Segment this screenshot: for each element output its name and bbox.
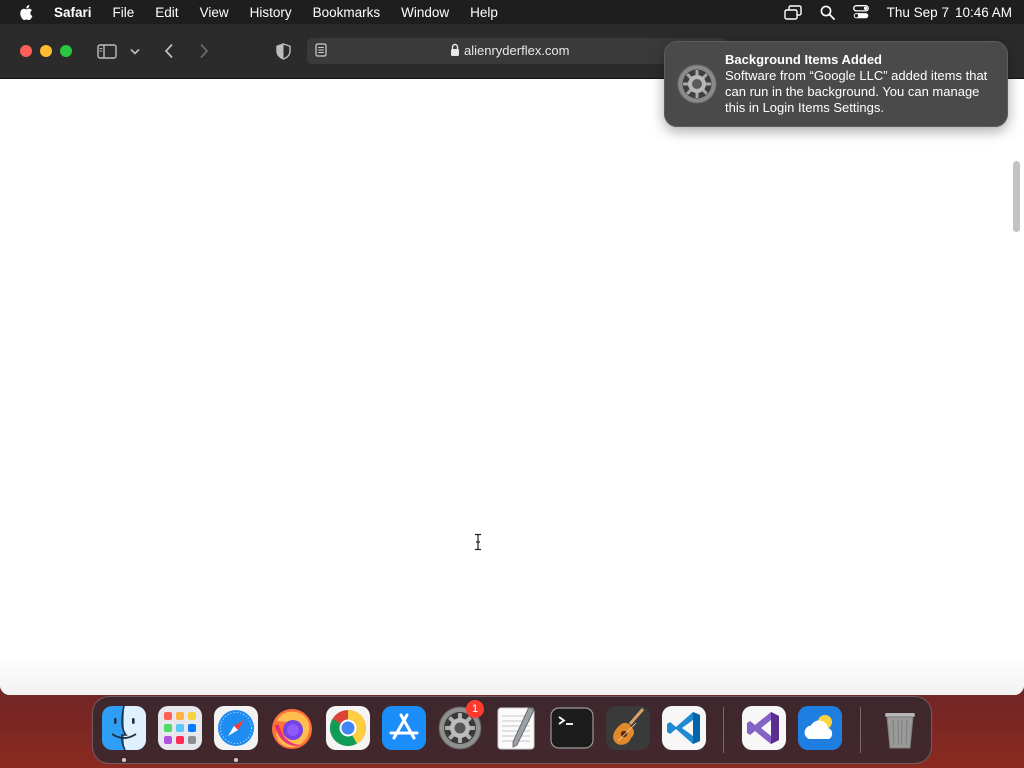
menu-bar-clock[interactable]: Thu Sep 7 10:46 AM xyxy=(887,5,1012,20)
clock-time: 10:46 AM xyxy=(954,4,1012,20)
dock-vscode-icon[interactable] xyxy=(660,704,708,752)
window-zoom-button[interactable] xyxy=(60,45,72,57)
dock-visual-studio-icon[interactable] xyxy=(740,704,788,752)
dock-separator xyxy=(860,707,861,753)
spotlight-search-icon[interactable] xyxy=(820,5,835,20)
dock-textedit-icon[interactable] xyxy=(492,704,540,752)
chevron-down-icon[interactable] xyxy=(129,39,141,63)
vertical-scrollbar[interactable] xyxy=(1013,161,1020,232)
dock-chrome-icon[interactable] xyxy=(324,704,372,752)
text-cursor-icon xyxy=(473,533,483,556)
forward-arrow-icon[interactable] xyxy=(195,39,213,63)
dock-launchpad-icon[interactable] xyxy=(156,704,204,752)
menu-view[interactable]: View xyxy=(200,5,229,20)
address-bar-url: alienryderflex.com xyxy=(464,43,570,58)
web-page-content[interactable] xyxy=(0,79,1024,695)
dock-finder-icon[interactable] xyxy=(100,704,148,752)
back-arrow-icon[interactable] xyxy=(160,39,178,63)
dock-firefox-icon[interactable] xyxy=(268,704,316,752)
reader-mode-icon[interactable] xyxy=(315,43,327,60)
control-center-icon[interactable] xyxy=(852,5,869,19)
dock-garageband-icon[interactable] xyxy=(604,704,652,752)
sidebar-toggle-icon[interactable] xyxy=(96,39,118,63)
system-settings-gear-icon xyxy=(677,64,717,104)
menu-app-safari[interactable]: Safari xyxy=(54,5,92,20)
clock-date: Thu Sep 7 xyxy=(886,4,949,20)
dock-system-settings-icon[interactable]: 1 xyxy=(436,700,484,752)
menu-file[interactable]: File xyxy=(113,5,135,20)
notification-badge: 1 xyxy=(466,700,484,718)
dock: 1 xyxy=(92,696,932,764)
menu-bookmarks[interactable]: Bookmarks xyxy=(313,5,381,20)
window-close-button[interactable] xyxy=(20,45,32,57)
page-bottom-fade xyxy=(0,655,1024,695)
screen-mirroring-icon[interactable] xyxy=(783,4,802,20)
menu-edit[interactable]: Edit xyxy=(155,5,178,20)
dock-safari-icon[interactable] xyxy=(212,704,260,752)
background-items-notification[interactable]: Background Items Added Software from “Go… xyxy=(664,41,1008,127)
dock-terminal-icon[interactable] xyxy=(548,704,596,752)
dock-separator xyxy=(723,707,724,753)
menu-bar-status-area: Thu Sep 7 10:46 AM xyxy=(766,5,1012,20)
dock-trash-icon[interactable] xyxy=(876,704,924,752)
lock-icon xyxy=(450,43,460,60)
menu-bar: Safari File Edit View History Bookmarks … xyxy=(0,0,1024,24)
dock-weather-icon[interactable] xyxy=(796,704,844,752)
menu-help[interactable]: Help xyxy=(470,5,498,20)
menu-history[interactable]: History xyxy=(250,5,292,20)
dock-running-indicator-safari xyxy=(234,758,238,762)
window-minimize-button[interactable] xyxy=(40,45,52,57)
dock-running-indicator-finder xyxy=(122,758,126,762)
dock-app-store-icon[interactable] xyxy=(380,704,428,752)
menu-window[interactable]: Window xyxy=(401,5,449,20)
notification-title: Background Items Added xyxy=(725,52,882,67)
privacy-shield-icon[interactable] xyxy=(274,39,292,63)
apple-logo-icon[interactable] xyxy=(18,3,34,21)
notification-body: Software from “Google LLC” added items t… xyxy=(725,68,988,115)
